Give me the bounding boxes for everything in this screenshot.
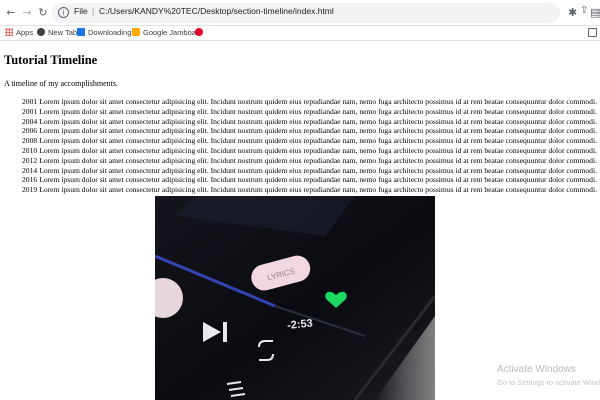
timeline-year: 2010 [22,145,38,155]
timeline-text: Lorem ipsum dolor sit amet consectetur a… [39,126,597,136]
extensions-puzzle-icon[interactable]: ✱ [568,6,577,20]
bookmark-downloading[interactable]: Downloading... [77,27,138,39]
timeline-item: 2008 Lorem ipsum dolor sit amet consectet… [22,136,600,146]
activate-windows-hint: Go to Settings to activate Windows. [497,378,600,387]
address-bar[interactable]: i File | C:/Users/KANDY%20TEC/Desktop/se… [52,3,600,23]
bookmarks-bar: Apps New Tab Downloading... Google Jambo… [0,26,600,41]
timeline-item: 2004 Lorem ipsum dolor sit amet consectet… [22,117,600,127]
tab-icon [37,28,45,36]
browser-toolbar: ← → ↻ i File | C:/Users/KANDY%20TEC/Desk… [0,0,600,26]
url-text[interactable]: C:/Users/KANDY%20TEC/Desktop/section-tim… [99,6,334,16]
timeline-item: 2006 Lorem ipsum dolor sit amet consectet… [22,126,600,136]
bookmark-pinterest[interactable] [195,27,206,39]
back-arrow-icon[interactable]: ← [4,6,18,20]
bookmark-google-jamboard[interactable]: Google Jamboard [132,27,203,39]
timeline-year: 2006 [22,126,38,136]
timeline-text: Lorem ipsum dolor sit amet consectetur a… [39,136,597,146]
timeline-item: 2001 Lorem ipsum dolor sit amet consectet… [22,107,600,117]
pinterest-icon [195,28,203,36]
timeline-text: Lorem ipsum dolor sit amet consectetur a… [39,97,597,106]
timeline-text: Lorem ipsum dolor sit amet consectetur a… [39,155,597,165]
reload-icon[interactable]: ↻ [36,6,50,20]
download-icon [77,28,85,36]
page-content: Tutorial Timeline A timeline of my accom… [0,42,600,400]
timeline-year: 2016 [22,175,38,185]
share-icon[interactable]: ⇪ [580,5,588,16]
timeline-item: 2001 Lorem ipsum dolor sit amet consectet… [22,97,600,107]
timeline-item: 2019 Lorem ipsum dolor sit amet consectet… [22,185,600,195]
timeline-text: Lorem ipsum dolor sit amet consectetur a… [39,165,597,175]
timeline-text: Lorem ipsum dolor sit amet consectetur a… [39,106,597,116]
timeline-item: 2016 Lorem ipsum dolor sit amet consectet… [22,175,600,185]
timeline-item: 2010 Lorem ipsum dolor sit amet consectet… [22,146,600,156]
page-title: Tutorial Timeline [4,53,98,67]
skip-bar-icon [223,322,227,342]
apps-grid-icon [5,28,13,36]
timeline-year: 2012 [22,155,38,165]
timeline-year: 2008 [22,136,38,146]
scheme-label: File [74,6,88,16]
timeline-year: 2001 [22,97,38,106]
timeline-year: 2001 [22,106,38,116]
side-panel-icon[interactable]: ▤ [590,6,600,20]
bookmark-label: Apps [16,28,34,37]
bookmark-new-tab[interactable]: New Tab [37,27,77,39]
phone-photo: LYRICS -2:53 [155,196,435,400]
bookmark-label: Google Jamboard [143,28,203,37]
timeline-list: 2001 Lorem ipsum dolor sit amet consectet… [22,97,600,195]
bookmark-apps[interactable]: Apps [5,27,33,39]
timeline-item: 2014 Lorem ipsum dolor sit amet consectet… [22,166,600,176]
timeline-year: 2014 [22,165,38,175]
timeline-item: 2012 Lorem ipsum dolor sit amet consectet… [22,156,600,166]
jamboard-icon [132,28,140,36]
page-intro: A timeline of my accomplishments. [4,79,118,88]
timeline-text: Lorem ipsum dolor sit amet consectetur a… [39,116,597,126]
reading-list-icon[interactable] [588,28,597,37]
timeline-text: Lorem ipsum dolor sit amet consectetur a… [39,185,597,195]
timeline-text: Lorem ipsum dolor sit amet consectetur a… [39,145,597,155]
timeline-year: 2004 [22,116,38,126]
forward-arrow-icon[interactable]: → [20,6,34,20]
bookmark-label: New Tab [48,28,78,37]
scheme-separator: | [92,6,95,16]
bookmark-label: Downloading... [88,28,138,37]
info-icon[interactable]: i [58,7,69,18]
timeline-year: 2019 [22,185,38,195]
activate-windows-title: Activate Windows [497,364,576,375]
timeline-text: Lorem ipsum dolor sit amet consectetur a… [39,175,597,185]
